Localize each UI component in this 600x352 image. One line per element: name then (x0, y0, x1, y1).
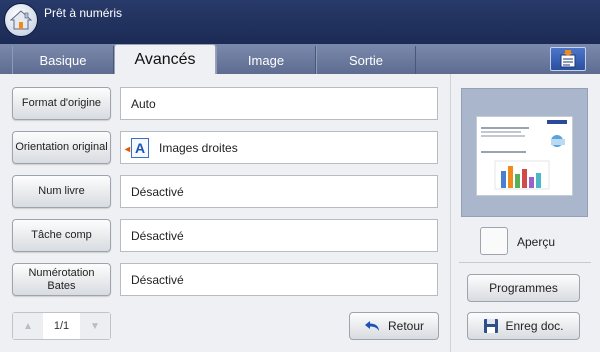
preview-checkbox[interactable] (480, 227, 508, 255)
orientation-original-value: Images droites (159, 140, 238, 155)
arrow-up-icon: ▲ (23, 320, 33, 332)
page-down-button[interactable]: ▼ (80, 313, 110, 339)
tab-image[interactable]: Image (216, 46, 316, 74)
preview-page (476, 116, 573, 196)
back-button[interactable]: Retour (349, 312, 439, 340)
num-livre-value: Désactivé (120, 175, 438, 208)
floppy-disk-icon (484, 319, 499, 333)
side-panel: Aperçu Programmes Enreg doc. (450, 74, 600, 352)
format-origine-value: Auto (120, 87, 438, 120)
side-divider (459, 262, 591, 263)
tab-basique[interactable]: Basique (12, 46, 114, 74)
numerotation-bates-button[interactable]: Numérotation Bates (12, 263, 111, 296)
format-origine-button[interactable]: Format d'origine (12, 87, 111, 120)
orientation-original-button[interactable]: Orientation original (12, 131, 111, 164)
document-settings-icon (560, 50, 576, 68)
preview-document-image (481, 120, 567, 190)
home-icon (10, 10, 32, 30)
options-panel: Format d'origine Auto Orientation origin… (0, 74, 450, 352)
numerotation-bates-value: Désactivé (120, 263, 438, 296)
tache-comp-button[interactable]: Tâche comp (12, 219, 111, 252)
undo-arrow-icon (364, 321, 379, 331)
back-button-label: Retour (387, 319, 425, 333)
orientation-original-value-box: A ◂ Images droites (120, 131, 438, 164)
programs-button-label: Programmes (489, 281, 558, 295)
page-up-button[interactable]: ▲ (13, 313, 43, 339)
page-count: 1/1 (53, 320, 70, 332)
orientation-portrait-icon: A ◂ (125, 137, 149, 158)
save-doc-button-label: Enreg doc. (505, 319, 564, 333)
page-navigator: ▲ 1/1 ▼ (12, 312, 111, 340)
title-bar: Prêt à numéris (0, 0, 600, 44)
job-settings-button[interactable] (550, 47, 586, 71)
home-button[interactable] (4, 3, 38, 37)
app-title: Prêt à numéris (44, 6, 123, 20)
save-doc-button[interactable]: Enreg doc. (467, 312, 580, 340)
preview-label: Aperçu (517, 235, 556, 249)
tab-sortie[interactable]: Sortie (316, 46, 416, 74)
tab-bar: Basique Avancés Image Sortie (0, 44, 600, 74)
programs-button[interactable]: Programmes (467, 274, 580, 302)
tache-comp-value: Désactivé (120, 219, 438, 252)
preview-thumbnail (461, 88, 588, 217)
num-livre-button[interactable]: Num livre (12, 175, 111, 208)
tab-avances[interactable]: Avancés (114, 44, 216, 74)
arrow-down-icon: ▼ (90, 320, 100, 332)
